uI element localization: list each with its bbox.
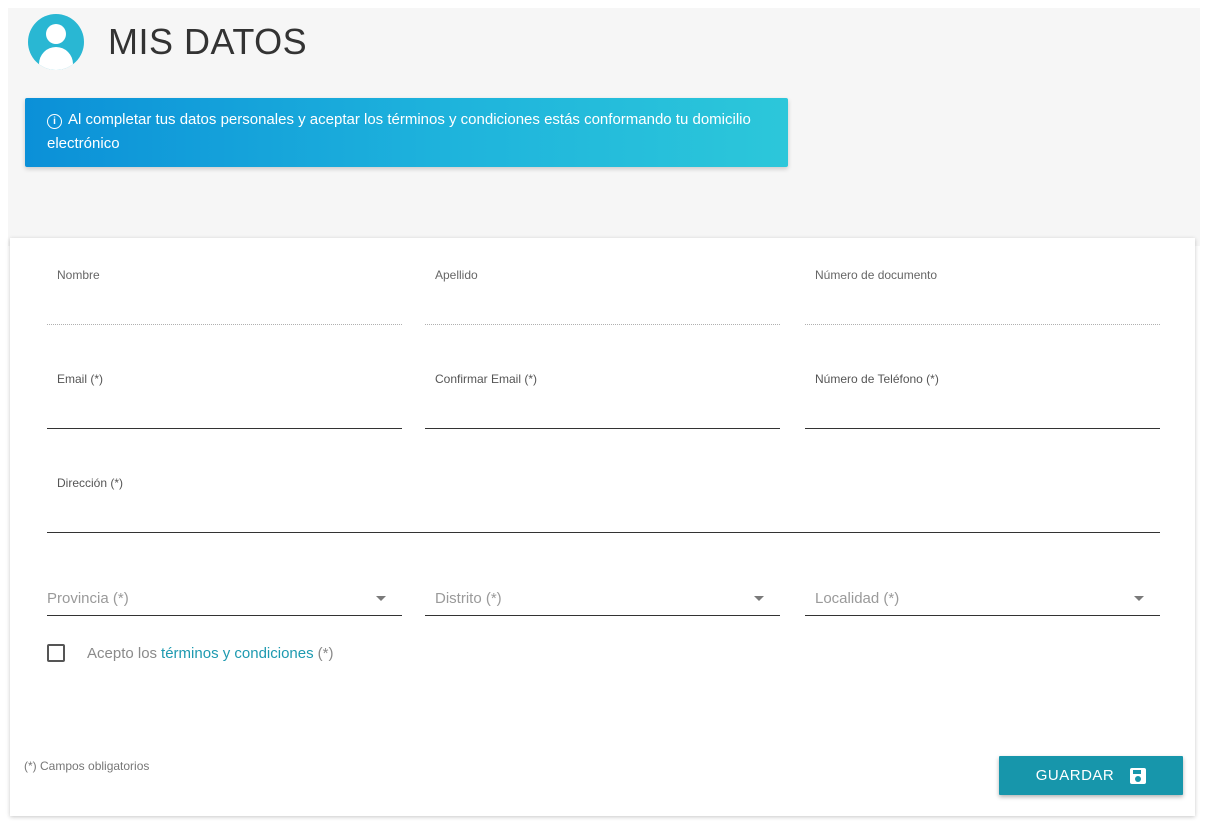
- direccion-label: Dirección (*): [57, 476, 124, 490]
- localidad-underline: [805, 615, 1160, 616]
- provincia-underline: [47, 615, 402, 616]
- chevron-down-icon: [1134, 596, 1144, 601]
- save-button-label: GUARDAR: [1035, 767, 1115, 784]
- email-field[interactable]: Email (*): [47, 372, 402, 429]
- info-icon: i: [47, 114, 62, 129]
- localidad-select[interactable]: Localidad (*): [805, 576, 1160, 616]
- telefono-label: Número de Teléfono (*): [815, 372, 939, 386]
- provincia-select[interactable]: Provincia (*): [47, 576, 402, 616]
- apellido-label: Apellido: [435, 268, 478, 282]
- user-circle-icon: [28, 14, 84, 70]
- page-title: MIS DATOS: [108, 21, 308, 62]
- banner-text: Al completar tus datos personales y acep…: [47, 111, 751, 152]
- terms-suffix: (*): [317, 644, 334, 662]
- distrito-placeholder: Distrito (*): [435, 590, 502, 607]
- telefono-underline: [805, 428, 1160, 429]
- nombre-underline: [47, 324, 402, 325]
- distrito-select[interactable]: Distrito (*): [425, 576, 780, 616]
- terms-link[interactable]: términos y condiciones: [161, 645, 314, 662]
- telefono-field[interactable]: Número de Teléfono (*): [805, 372, 1160, 429]
- chevron-down-icon: [754, 596, 764, 601]
- documento-underline: [805, 324, 1160, 325]
- save-button[interactable]: GUARDAR: [999, 756, 1183, 795]
- confirmar-email-label: Confirmar Email (*): [435, 372, 538, 386]
- page-header: MIS DATOS: [28, 12, 307, 72]
- apellido-field[interactable]: Apellido: [425, 268, 780, 325]
- documento-label: Número de documento: [815, 268, 938, 282]
- direccion-underline: [47, 532, 1160, 533]
- nombre-field[interactable]: Nombre: [47, 268, 402, 325]
- terms-checkbox[interactable]: [47, 644, 65, 662]
- confirmar-email-field[interactable]: Confirmar Email (*): [425, 372, 780, 429]
- email-label: Email (*): [57, 372, 104, 386]
- nombre-label: Nombre: [57, 268, 100, 282]
- email-underline: [47, 428, 402, 429]
- terms-prefix: Acepto los: [87, 644, 158, 662]
- apellido-underline: [425, 324, 780, 325]
- documento-field[interactable]: Número de documento: [805, 268, 1160, 325]
- form-card: Nombre Apellido Número de documento Emai…: [10, 238, 1195, 816]
- provincia-placeholder: Provincia (*): [47, 590, 129, 607]
- direccion-field[interactable]: Dirección (*): [47, 476, 1160, 533]
- chevron-down-icon: [376, 596, 386, 601]
- terms-row: Acepto los términos y condiciones (*): [47, 642, 333, 664]
- required-footnote: (*) Campos obligatorios: [24, 759, 150, 773]
- info-banner: i Al completar tus datos personales y ace…: [25, 98, 788, 167]
- confirmar-email-underline: [425, 428, 780, 429]
- floppy-disk-icon: [1130, 767, 1147, 784]
- localidad-placeholder: Localidad (*): [815, 590, 900, 607]
- distrito-underline: [425, 615, 780, 616]
